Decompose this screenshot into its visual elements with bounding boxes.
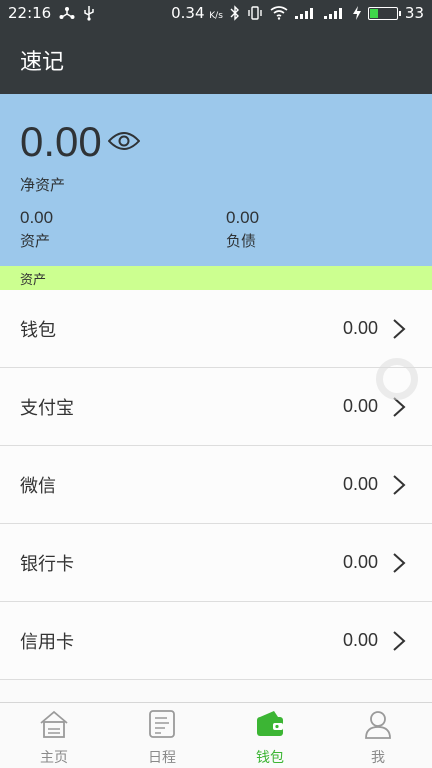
usb-share-icon [59,6,75,20]
assets-summary: 0.00 资产 [20,208,53,251]
section-title: 资产 [20,272,47,288]
battery-level: 33 [404,4,424,22]
debts-value: 0.00 [226,208,260,227]
net-worth-value: 0.00 [20,118,102,165]
vibrate-icon [247,5,263,21]
tab-label: 钱包 [256,750,284,766]
account-row-alipay[interactable]: 支付宝 0.00 [0,368,432,446]
chevron-right-icon [392,630,406,651]
account-name: 银行卡 [20,553,74,575]
net-worth-label: 净资产 [20,176,66,194]
eye-icon[interactable] [107,131,141,155]
usb-icon [83,5,95,21]
chevron-right-icon [392,552,406,573]
account-amount: 0.00 [342,474,378,494]
chevron-right-icon [392,474,406,495]
assets-section-header: 资产 [0,266,432,290]
account-name: 支付宝 [20,397,74,419]
assets-value: 0.00 [20,208,54,227]
battery-icon [367,6,401,20]
account-row-wechat[interactable]: 微信 0.00 [0,446,432,524]
net-speed: 0.34 K/s [171,4,223,22]
account-name: 钱包 [20,319,56,341]
account-list: 钱包 0.00 支付宝 0.00 微信 0.00 银行卡 0.00 信用卡 0.… [0,290,432,680]
account-row-wallet[interactable]: 钱包 0.00 [0,290,432,368]
tab-me[interactable]: 我 [324,703,432,768]
bottom-tab-bar: 主页 日程 钱包 我 [0,702,432,768]
assets-label: 资产 [20,232,51,250]
app-bar: 速记 [0,26,432,94]
status-bar: 22:16 0.34 K/s 33 [0,0,432,26]
wallet-icon [254,707,286,741]
account-amount: 0.00 [342,552,378,572]
status-time: 22:16 [8,4,52,22]
tab-label: 主页 [40,750,68,766]
schedule-icon [146,707,178,741]
account-amount: 0.00 [342,318,378,338]
tab-schedule[interactable]: 日程 [108,703,216,768]
signal-2-icon [323,7,346,19]
account-row-bank-card[interactable]: 银行卡 0.00 [0,524,432,602]
page-title: 速记 [20,50,65,75]
charging-icon [352,6,361,20]
account-amount: 0.00 [342,630,378,650]
net-worth-row: 0.00 [20,118,141,166]
account-name: 信用卡 [20,631,74,653]
floating-scroll-indicator[interactable] [376,358,418,400]
debts-label: 负债 [226,232,257,250]
tab-home[interactable]: 主页 [0,703,108,768]
tab-label: 我 [371,750,385,766]
wifi-icon [270,6,288,20]
home-icon [38,707,70,741]
account-row-credit-card[interactable]: 信用卡 0.00 [0,602,432,680]
account-amount: 0.00 [342,396,378,416]
bluetooth-icon [230,5,240,21]
account-name: 微信 [20,475,56,497]
signal-icon [294,7,317,19]
net-worth-summary: 0.00 净资产 0.00 资产 0.00 负债 [0,94,432,266]
user-icon [362,707,394,741]
tab-label: 日程 [148,750,176,766]
debts-summary: 0.00 负债 [226,208,259,251]
tab-wallet[interactable]: 钱包 [216,703,324,768]
chevron-right-icon [392,318,406,339]
